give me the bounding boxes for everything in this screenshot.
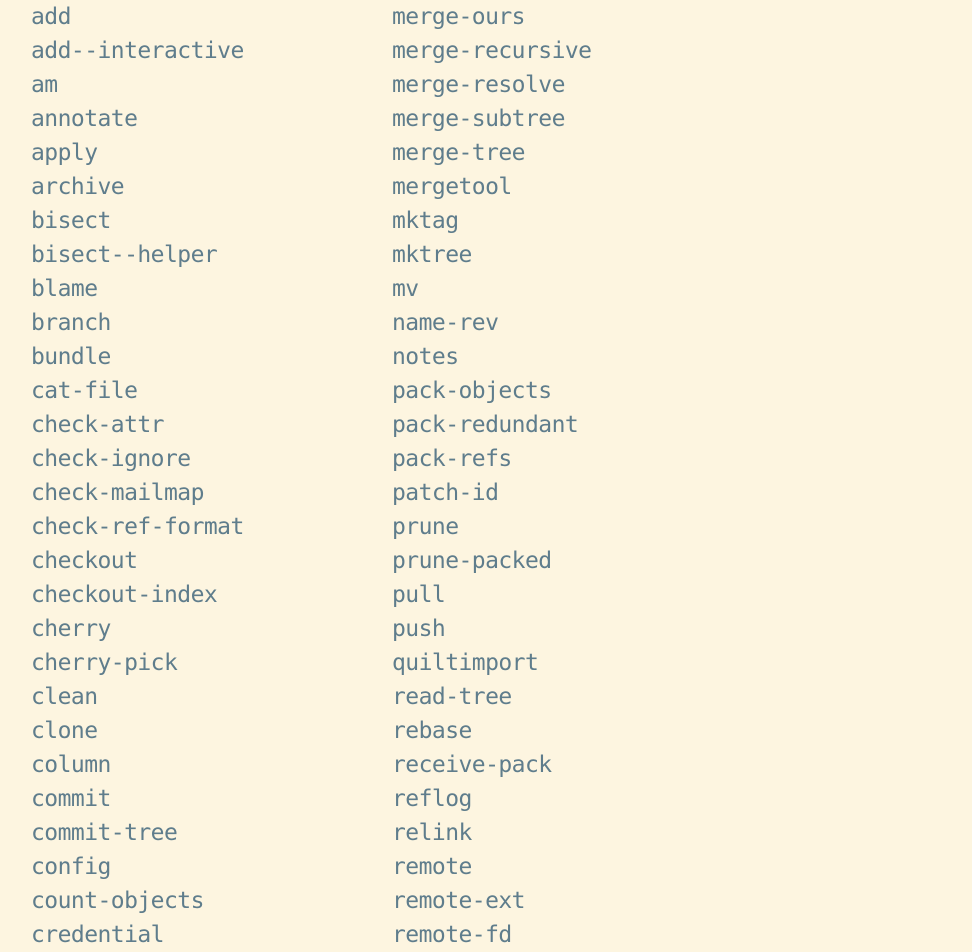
command-item-check-attr[interactable]: check-attr (31, 408, 165, 442)
command-item-cherry[interactable]: cherry (31, 612, 111, 646)
command-item-read-tree[interactable]: read-tree (392, 680, 512, 714)
command-item-add[interactable]: add (31, 0, 71, 34)
command-item-commit-tree[interactable]: commit-tree (31, 816, 178, 850)
command-row: config remote (0, 850, 972, 884)
command-row: clone rebase (0, 714, 972, 748)
command-row: check-ref-format prune (0, 510, 972, 544)
command-item-annotate[interactable]: annotate (31, 102, 138, 136)
command-row: bisect mktag (0, 204, 972, 238)
command-row: cat-file pack-objects (0, 374, 972, 408)
command-row: check-mailmap patch-id (0, 476, 972, 510)
command-item-commit[interactable]: commit (31, 782, 111, 816)
command-row: commit reflog (0, 782, 972, 816)
command-item-push[interactable]: push (392, 612, 446, 646)
command-item-notes[interactable]: notes (392, 340, 459, 374)
command-row: add merge-ours (0, 0, 972, 34)
command-item-config[interactable]: config (31, 850, 111, 884)
command-item-rebase[interactable]: rebase (392, 714, 472, 748)
command-item-quiltimport[interactable]: quiltimport (392, 646, 539, 680)
command-row: blame mv (0, 272, 972, 306)
command-row: add--interactive merge-recursive (0, 34, 972, 68)
command-item-receive-pack[interactable]: receive-pack (392, 748, 552, 782)
command-item-check-ignore[interactable]: check-ignore (31, 442, 191, 476)
command-row: count-objects remote-ext (0, 884, 972, 918)
command-item-remote-fd[interactable]: remote-fd (392, 918, 512, 952)
command-row: checkout-index pull (0, 578, 972, 612)
command-row: cherry push (0, 612, 972, 646)
command-item-pack-objects[interactable]: pack-objects (392, 374, 552, 408)
command-item-apply[interactable]: apply (31, 136, 98, 170)
command-item-cherry-pick[interactable]: cherry-pick (31, 646, 178, 680)
command-item-mktree[interactable]: mktree (392, 238, 472, 272)
command-item-pack-refs[interactable]: pack-refs (392, 442, 512, 476)
command-item-mktag[interactable]: mktag (392, 204, 459, 238)
command-list: add merge-ours add--interactive merge-recur… (0, 0, 972, 950)
command-item-merge-subtree[interactable]: merge-subtree (392, 102, 565, 136)
command-row: cherry-pick quiltimport (0, 646, 972, 680)
command-item-column[interactable]: column (31, 748, 111, 782)
command-item-merge-recursive[interactable]: merge-recursive (392, 34, 592, 68)
command-item-checkout-index[interactable]: checkout-index (31, 578, 218, 612)
command-item-patch-id[interactable]: patch-id (392, 476, 499, 510)
command-item-add--interactive[interactable]: add--interactive (31, 34, 244, 68)
command-item-branch[interactable]: branch (31, 306, 111, 340)
command-row: branch name-rev (0, 306, 972, 340)
command-item-check-mailmap[interactable]: check-mailmap (31, 476, 204, 510)
command-row: apply merge-tree (0, 136, 972, 170)
command-item-relink[interactable]: relink (392, 816, 472, 850)
command-item-prune-packed[interactable]: prune-packed (392, 544, 552, 578)
command-item-archive[interactable]: archive (31, 170, 125, 204)
command-row: column receive-pack (0, 748, 972, 782)
command-row: bundle notes (0, 340, 972, 374)
command-item-bundle[interactable]: bundle (31, 340, 111, 374)
command-item-mv[interactable]: mv (392, 272, 419, 306)
command-item-clone[interactable]: clone (31, 714, 98, 748)
command-item-checkout[interactable]: checkout (31, 544, 138, 578)
git-command-list-page: add merge-ours add--interactive merge-recur… (0, 0, 972, 950)
command-row: bisect--helper mktree (0, 238, 972, 272)
command-item-pull[interactable]: pull (392, 578, 446, 612)
command-item-merge-ours[interactable]: merge-ours (392, 0, 526, 34)
command-item-mergetool[interactable]: mergetool (392, 170, 512, 204)
command-item-bisect--helper[interactable]: bisect--helper (31, 238, 218, 272)
command-item-merge-tree[interactable]: merge-tree (392, 136, 526, 170)
command-row: archive mergetool (0, 170, 972, 204)
command-item-name-rev[interactable]: name-rev (392, 306, 499, 340)
command-item-prune[interactable]: prune (392, 510, 459, 544)
command-item-remote[interactable]: remote (392, 850, 472, 884)
command-row: am merge-resolve (0, 68, 972, 102)
command-item-clean[interactable]: clean (31, 680, 98, 714)
command-item-count-objects[interactable]: count-objects (31, 884, 204, 918)
command-item-am[interactable]: am (31, 68, 58, 102)
command-item-bisect[interactable]: bisect (31, 204, 111, 238)
command-item-merge-resolve[interactable]: merge-resolve (392, 68, 565, 102)
command-item-credential[interactable]: credential (31, 918, 165, 952)
command-item-check-ref-format[interactable]: check-ref-format (31, 510, 244, 544)
command-row: check-attr pack-redundant (0, 408, 972, 442)
command-row: checkout prune-packed (0, 544, 972, 578)
command-row: check-ignore pack-refs (0, 442, 972, 476)
command-row: clean read-tree (0, 680, 972, 714)
command-item-reflog[interactable]: reflog (392, 782, 472, 816)
command-item-remote-ext[interactable]: remote-ext (392, 884, 526, 918)
command-item-cat-file[interactable]: cat-file (31, 374, 138, 408)
command-row: annotate merge-subtree (0, 102, 972, 136)
command-item-blame[interactable]: blame (31, 272, 98, 306)
command-row: commit-tree relink (0, 816, 972, 850)
command-item-pack-redundant[interactable]: pack-redundant (392, 408, 579, 442)
command-row: credential remote-fd (0, 918, 972, 952)
